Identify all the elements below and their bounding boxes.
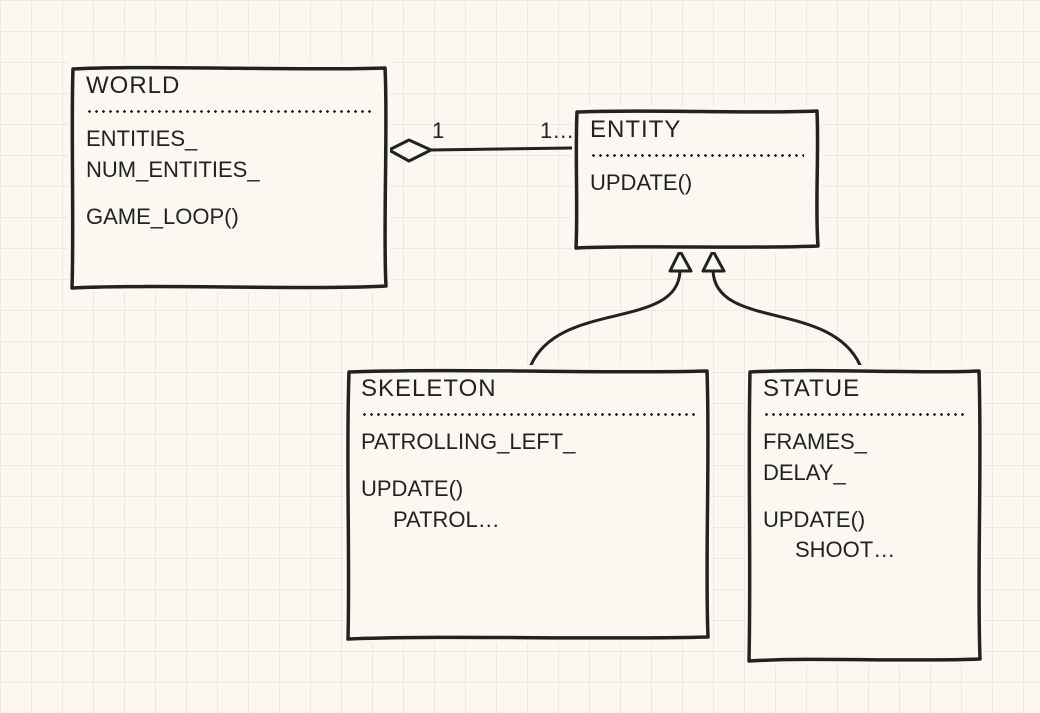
multiplicity-entity: 1…: [540, 118, 574, 144]
class-field: entities_: [86, 124, 372, 155]
class-field: delay_: [763, 458, 967, 489]
class-title: World: [86, 72, 372, 100]
aggregation-diamond-icon: [389, 140, 431, 161]
generalization-arrow-icon: [703, 251, 724, 271]
class-field: num_entities_: [86, 155, 372, 186]
uml-diagram: 1 1… World entities_ num_entities_ game_…: [0, 0, 1040, 713]
association-line: [431, 148, 572, 150]
inheritance-line-statue: [713, 271, 860, 365]
class-method-detail: shoot…: [763, 535, 967, 566]
divider-dots: [86, 104, 372, 118]
class-box-world: World entities_ num_entities_ game_loop(…: [68, 62, 390, 292]
class-box-skeleton: Skeleton patrolling_left_ update() patro…: [343, 365, 713, 643]
class-method: update(): [763, 505, 967, 536]
divider-dots: [590, 148, 804, 162]
generalization-arrow-icon: [670, 251, 691, 271]
class-method-detail: patrol…: [361, 505, 695, 536]
class-title: Entity: [590, 116, 804, 144]
class-title: Skeleton: [361, 375, 695, 403]
class-title: Statue: [763, 375, 967, 403]
inheritance-line-skeleton: [531, 271, 680, 365]
multiplicity-world: 1: [432, 118, 444, 144]
class-field: frames_: [763, 427, 967, 458]
class-method: game_loop(): [86, 202, 372, 233]
divider-dots: [763, 407, 967, 421]
class-method: update(): [590, 168, 804, 199]
divider-dots: [361, 407, 695, 421]
class-box-entity: Entity update(): [572, 106, 822, 252]
class-field: patrolling_left_: [361, 427, 695, 458]
class-box-statue: Statue frames_ delay_ update() shoot…: [745, 365, 985, 665]
class-method: update(): [361, 474, 695, 505]
